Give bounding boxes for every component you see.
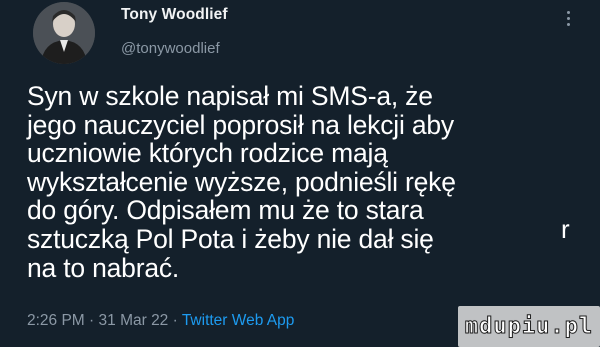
user-handle[interactable]: @tonywoodlief xyxy=(121,40,220,57)
tweet-time[interactable]: 2:26 PM xyxy=(27,312,85,329)
tweet-source-link[interactable]: Twitter Web App xyxy=(182,312,295,329)
tweet-date[interactable]: 31 Mar 22 xyxy=(99,312,169,329)
display-name[interactable]: Tony Woodlief xyxy=(121,6,228,24)
tweet-card: Tony Woodlief @tonywoodlief Syn w szkole… xyxy=(0,0,600,347)
watermark: mdupiu.pl xyxy=(458,306,600,347)
meta-separator: · xyxy=(168,312,182,329)
watermark-text: mdupiu.pl xyxy=(464,314,594,340)
avatar-photo-icon xyxy=(33,2,95,64)
more-options-icon[interactable] xyxy=(562,8,574,34)
meta-separator: · xyxy=(84,312,99,329)
avatar[interactable] xyxy=(33,2,95,64)
tweet-metadata: 2:26 PM · 31 Mar 22 · Twitter Web App xyxy=(27,312,294,330)
stray-character: r xyxy=(561,214,570,244)
tweet-text: Syn w szkole napisał mi SMS-a, że jego n… xyxy=(27,81,456,283)
